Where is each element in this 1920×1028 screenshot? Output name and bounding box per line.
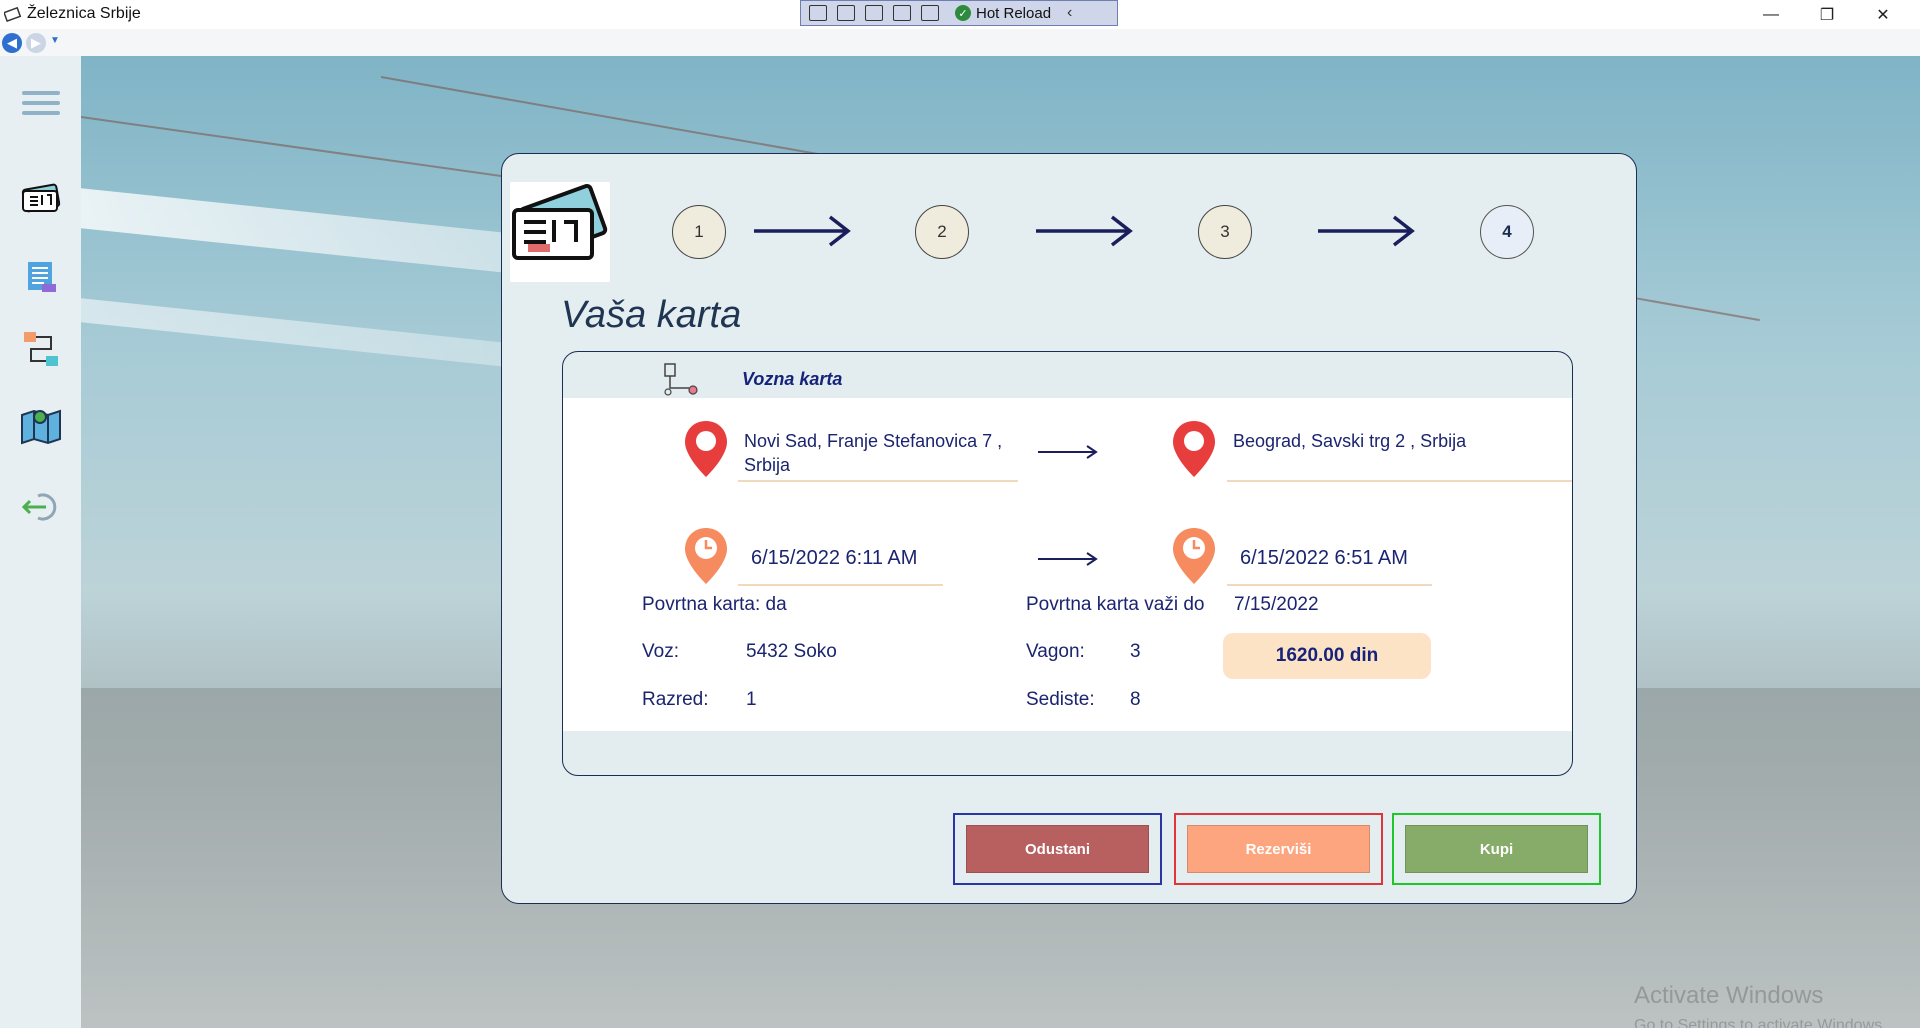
wagon-value: 3 — [1130, 641, 1141, 662]
time-arrow-icon — [1038, 552, 1098, 566]
history-dropdown-icon[interactable]: ▼ — [50, 35, 60, 46]
destination-address: Beograd, Savski trg 2 , Srbija — [1233, 431, 1467, 451]
ticket-icon — [21, 183, 61, 213]
reserve-button[interactable]: Rezerviši — [1187, 825, 1370, 873]
hot-reload-toolbar: ✓ Hot Reload ‹ — [800, 0, 1118, 26]
origin-pin-icon — [685, 421, 727, 477]
step-arrow-icon — [1318, 215, 1415, 247]
return-valid-label: Povrtna karta važi do — [1026, 594, 1205, 615]
minimize-button[interactable]: — — [1748, 0, 1794, 29]
origin-underline — [738, 480, 1018, 482]
step-1: 1 — [672, 205, 726, 259]
restore-button[interactable]: ❐ — [1804, 0, 1850, 29]
display-adorners-icon[interactable] — [865, 5, 883, 21]
page-title: Vaša karta — [561, 294, 742, 336]
arrival-time: 6/15/2022 6:51 AM — [1240, 547, 1408, 569]
step-arrow-icon — [1036, 215, 1133, 247]
ticket-card: Vozna karta Novi Sad, Franje Stefanovica… — [562, 351, 1573, 776]
route-map-icon — [664, 363, 698, 396]
ticket-details: Novi Sad, Franje Stefanovica 7 , Srbija … — [563, 398, 1572, 731]
seat-label: Sediste: — [1026, 689, 1095, 710]
step-3: 3 — [1198, 205, 1252, 259]
sidebar-item-timetable[interactable] — [18, 254, 64, 300]
sidebar-item-tickets[interactable] — [18, 176, 64, 222]
activate-windows-subtitle: Go to Settings to activate Windows. — [1634, 1017, 1887, 1028]
ticket-logo — [510, 182, 610, 282]
arrival-underline — [1227, 584, 1432, 586]
departure-underline — [738, 584, 943, 586]
cancel-button-frame: Odustani — [953, 813, 1162, 885]
return-valid-date: 7/15/2022 — [1234, 594, 1319, 615]
train-label: Voz: — [642, 641, 679, 662]
sidebar-item-map[interactable] — [18, 402, 64, 448]
sidebar-item-routes[interactable] — [18, 326, 64, 372]
ticket-dialog: 1 2 3 4 Vaša karta Vozna karta Novi Sad,… — [501, 153, 1637, 904]
list-icon — [28, 262, 56, 292]
sidebar — [0, 56, 81, 1028]
departure-clock-icon — [685, 528, 727, 584]
map-icon — [21, 409, 61, 445]
logout-icon — [21, 493, 57, 521]
collapse-chevron-icon[interactable]: ‹ — [1067, 4, 1072, 22]
hamburger-icon — [22, 85, 60, 121]
step-4: 4 — [1480, 205, 1534, 259]
title-bar: Železnica Srbije ✓ Hot Reload ‹ — ❐ ✕ — [0, 0, 1920, 29]
route-arrow-icon — [1038, 445, 1098, 459]
window-title: Železnica Srbije — [27, 5, 141, 22]
train-value: 5432 Soko — [746, 641, 837, 662]
binding-failures-icon[interactable] — [921, 5, 939, 21]
class-label: Razred: — [642, 689, 709, 710]
buy-button[interactable]: Kupi — [1405, 825, 1588, 873]
seat-value: 8 — [1130, 689, 1141, 710]
sidebar-item-logout[interactable] — [18, 484, 64, 530]
wagon-label: Vagon: — [1026, 641, 1085, 662]
departure-time: 6/15/2022 6:11 AM — [751, 547, 918, 569]
activate-windows-title: Activate Windows — [1634, 982, 1824, 1009]
close-button[interactable]: ✕ — [1860, 0, 1906, 29]
arrival-clock-icon — [1173, 528, 1215, 584]
forward-arrow-icon[interactable]: ▶ — [26, 33, 46, 53]
step-2: 2 — [915, 205, 969, 259]
hamburger-menu-button[interactable] — [18, 80, 64, 126]
app-icon — [4, 6, 22, 23]
step-arrow-icon — [754, 215, 851, 247]
check-icon: ✓ — [955, 5, 971, 21]
hot-reload-label: Hot Reload — [976, 4, 1052, 22]
origin-address: Novi Sad, Franje Stefanovica 7 , Srbija — [744, 431, 1003, 475]
return-ticket-label: Povrtna karta: da — [642, 594, 787, 615]
reserve-button-frame: Rezerviši — [1174, 813, 1383, 885]
cancel-button[interactable]: Odustani — [966, 825, 1149, 873]
destination-pin-icon — [1173, 421, 1215, 477]
navigation-strip: ◀ ▶ ▼ — [0, 29, 1920, 57]
live-tree-icon[interactable] — [809, 5, 827, 21]
ticket-card-header: Vozna karta — [563, 352, 1572, 398]
ticket-type-label: Vozna karta — [742, 369, 843, 389]
hot-reload-status[interactable]: ✓ Hot Reload — [955, 5, 1051, 22]
class-value: 1 — [746, 689, 757, 710]
price-badge: 1620.00 din — [1223, 633, 1431, 679]
back-arrow-icon[interactable]: ◀ — [2, 33, 22, 53]
buy-button-frame: Kupi — [1392, 813, 1601, 885]
ticket-logo-icon — [512, 183, 608, 260]
select-element-icon[interactable] — [837, 5, 855, 21]
track-focus-icon[interactable] — [893, 5, 911, 21]
destination-underline — [1227, 480, 1572, 482]
route-icon — [24, 332, 58, 366]
